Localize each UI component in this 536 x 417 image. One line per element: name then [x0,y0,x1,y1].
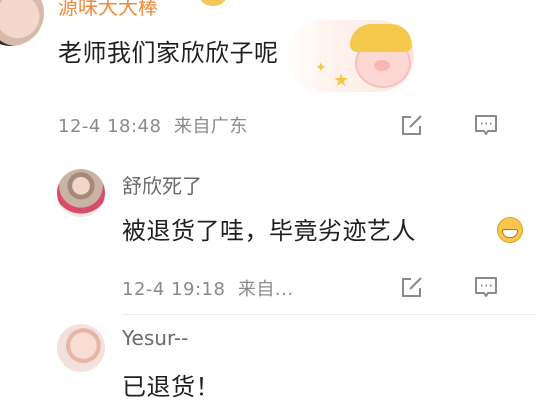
reply-username[interactable]: 舒欣死了 [122,170,202,199]
share-button[interactable] [396,109,428,141]
timestamp: 12-4 19:18 [122,279,226,300]
emoji-icon [198,0,228,6]
location: 来自广东 [173,116,248,137]
reply-username[interactable]: Yesur-- [122,326,188,350]
timestamp: 12-4 18:48 [58,116,162,137]
share-icon [402,115,422,135]
divider [122,314,536,315]
location: 来自... [237,279,294,300]
avatar[interactable] [0,0,44,46]
comment-username[interactable]: 源味大大棒 [58,0,158,20]
reply-button[interactable] [470,271,502,303]
star-icon: ★ [333,70,350,91]
share-button[interactable] [396,271,428,303]
star-icon: ✦ [315,60,327,76]
avatar[interactable] [57,169,105,217]
reply-text: 已退货！ [122,373,220,401]
avatar[interactable] [57,324,105,372]
comment-meta: 12-4 18:48 来自广东 [58,112,248,138]
comment-icon [475,115,497,135]
reply-meta: 12-4 19:18 来自... [122,275,294,301]
reply-text: 被退货了哇，毕竟劣迹艺人 [122,217,416,245]
comment-icon [475,277,497,297]
pig-snout-icon [374,60,390,71]
comment-text: 老师我们家欣欣子呢 [58,39,279,67]
share-icon [402,277,422,297]
reply-button[interactable] [470,109,502,141]
hat-icon [350,24,412,52]
